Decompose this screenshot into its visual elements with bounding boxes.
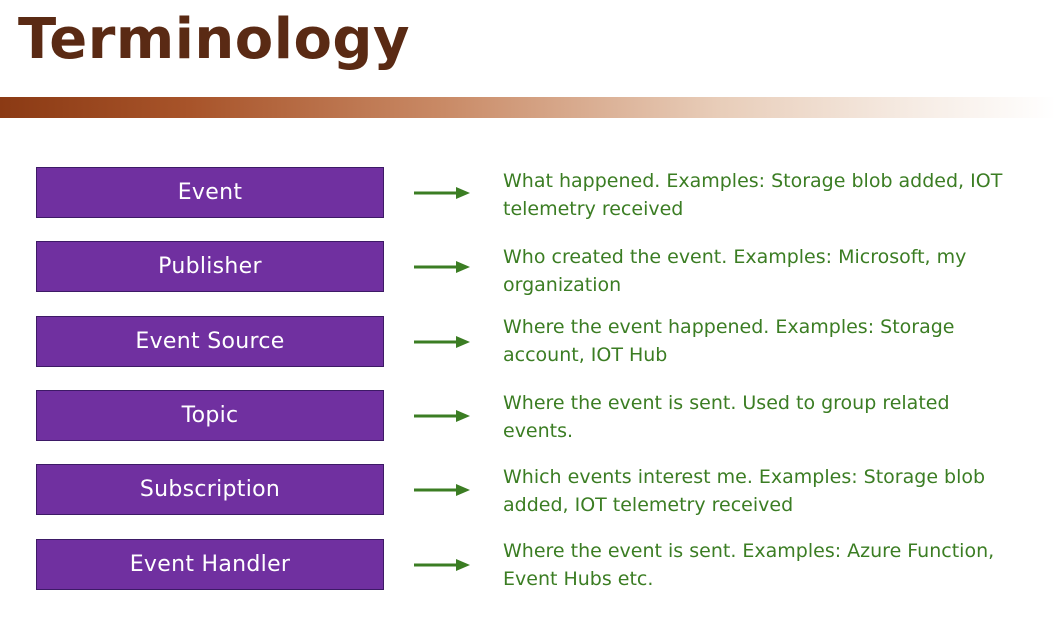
term-box: Event Source bbox=[36, 316, 384, 367]
term-description: Where the event is sent. Examples: Azure… bbox=[503, 540, 995, 590]
term-box: Event Handler bbox=[36, 539, 384, 590]
term-row-event-source: Event Source Where the event happened. E… bbox=[0, 316, 1056, 370]
term-label: Topic bbox=[181, 403, 239, 428]
term-row-event-handler: Event Handler Where the event is sent. E… bbox=[0, 539, 1056, 593]
term-box: Subscription bbox=[36, 464, 384, 515]
term-description: Who created the event. Examples: Microso… bbox=[503, 246, 967, 296]
term-box: Event bbox=[36, 167, 384, 218]
term-label: Event Source bbox=[135, 329, 285, 354]
term-description: Where the event is sent. Used to group r… bbox=[503, 392, 950, 442]
term-row-topic: Topic Where the event is sent. Used to g… bbox=[0, 390, 1056, 444]
term-label: Event bbox=[177, 180, 243, 205]
right-arrow-icon bbox=[414, 336, 470, 348]
term-label: Event Handler bbox=[129, 552, 291, 577]
right-arrow-icon bbox=[414, 484, 470, 496]
term-label: Publisher bbox=[158, 254, 262, 279]
term-description: What happened. Examples: Storage blob ad… bbox=[503, 170, 1003, 220]
term-box: Topic bbox=[36, 390, 384, 441]
term-row-event: Event What happened. Examples: Storage b… bbox=[0, 167, 1056, 221]
right-arrow-icon bbox=[414, 559, 470, 571]
right-arrow-icon bbox=[414, 187, 470, 199]
term-label: Subscription bbox=[139, 477, 281, 502]
term-row-subscription: Subscription Which events interest me. E… bbox=[0, 464, 1056, 518]
term-box: Publisher bbox=[36, 241, 384, 292]
right-arrow-icon bbox=[414, 410, 470, 422]
term-description: Which events interest me. Examples: Stor… bbox=[503, 466, 986, 516]
right-arrow-icon bbox=[414, 261, 470, 273]
terminology-list: Event What happened. Examples: Storage b… bbox=[0, 0, 1056, 640]
term-row-publisher: Publisher Who created the event. Example… bbox=[0, 241, 1056, 296]
term-description: Where the event happened. Examples: Stor… bbox=[503, 316, 955, 366]
